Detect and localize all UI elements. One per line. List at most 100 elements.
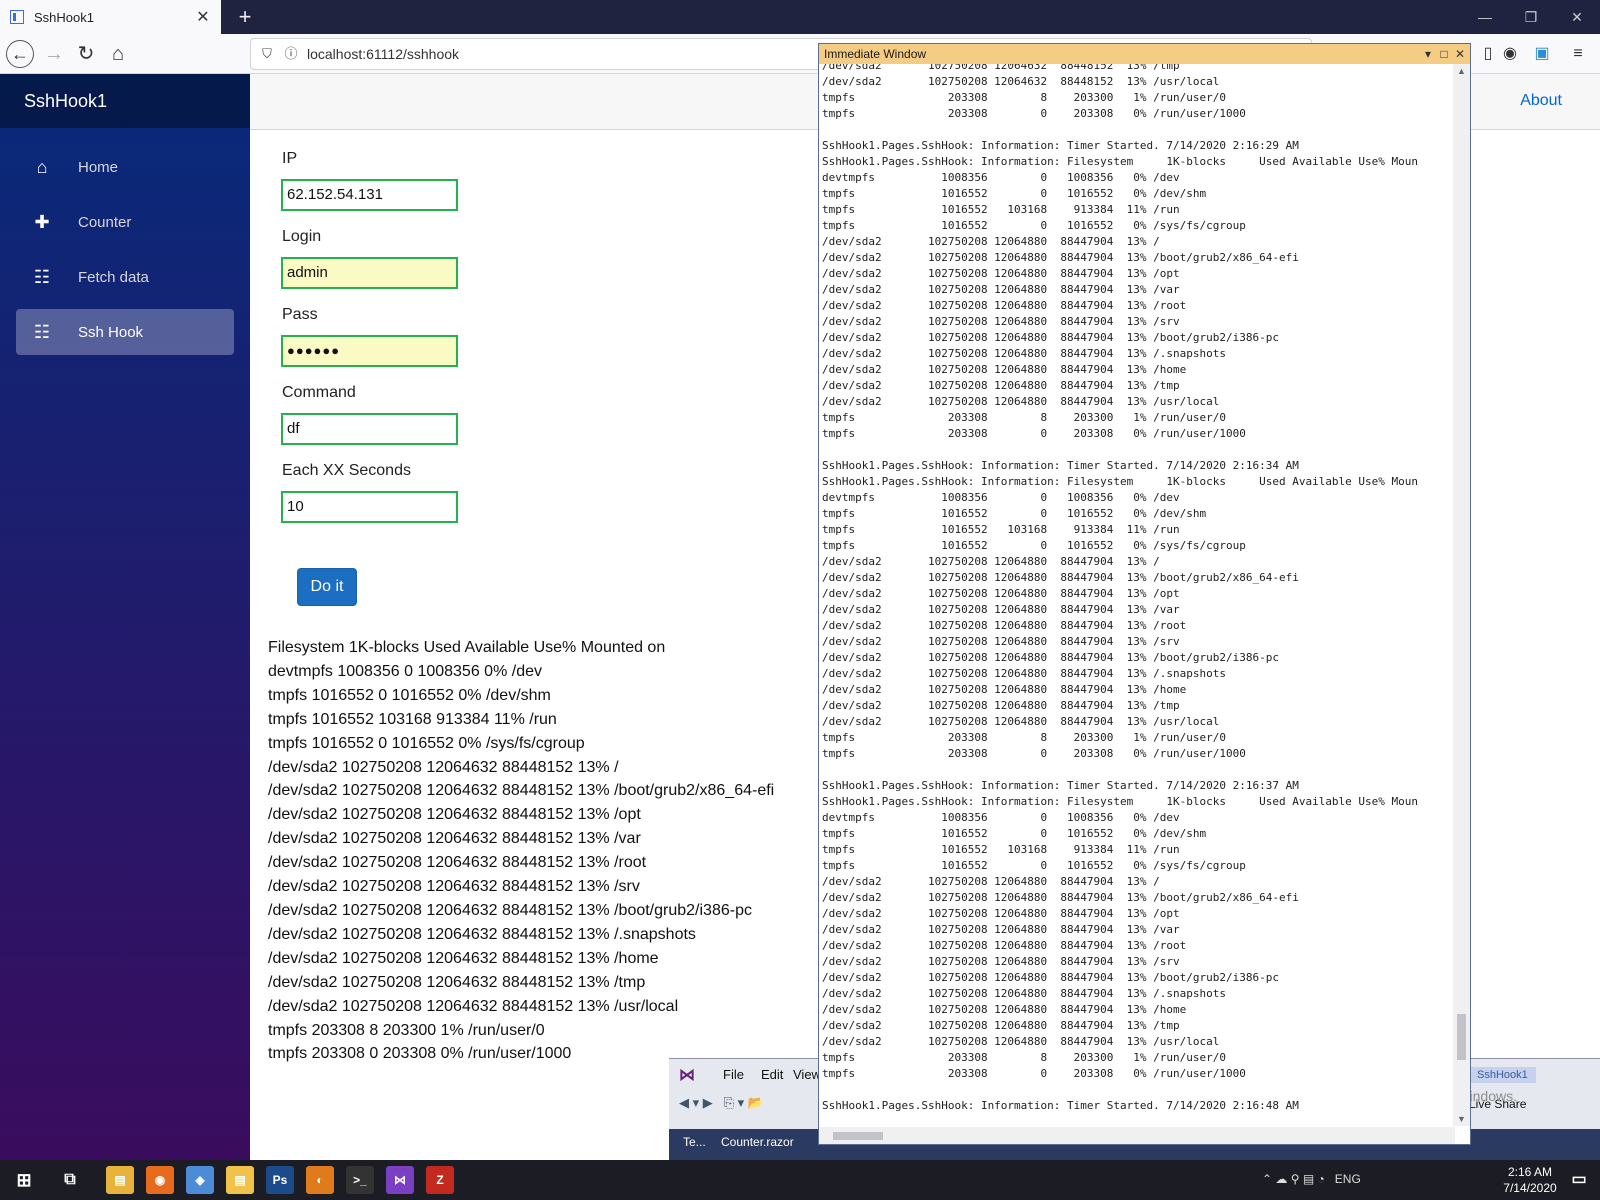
immediate-window-title-bar[interactable]: Immediate Window ▾ □ ✕ <box>819 44 1470 64</box>
filezilla-icon[interactable]: Z <box>426 1166 454 1194</box>
vs-toolbar[interactable]: ◀ ▾ ▶ ⎘ ▾ 📂 <box>679 1095 764 1111</box>
clock[interactable]: 2:16 AM 7/14/2020 <box>1500 1164 1560 1196</box>
explorer-icon[interactable]: ▤ <box>106 1166 134 1194</box>
output-line: Filesystem 1K-blocks Used Available Use%… <box>268 639 666 656</box>
seconds-label: Each XX Seconds <box>282 462 411 479</box>
page-favicon-icon <box>10 10 24 24</box>
login-input[interactable]: admin <box>281 257 458 289</box>
command-label: Command <box>282 384 356 401</box>
command-input[interactable]: df <box>281 413 458 445</box>
dropdown-icon[interactable]: ▾ <box>1420 44 1436 64</box>
vertical-scrollbar[interactable]: ▲ ▼ <box>1453 64 1470 1126</box>
app-brand[interactable]: SshHook1 <box>0 74 250 128</box>
output-line: tmpfs 203308 8 203300 1% /run/user/0 <box>268 1021 545 1039</box>
task-view-icon[interactable]: ⧉ <box>56 1166 84 1194</box>
output-line: tmpfs 1016552 103168 913384 11% /run <box>268 710 557 728</box>
blender-icon[interactable]: ◐ <box>306 1166 334 1194</box>
clock-date: 7/14/2020 <box>1503 1181 1557 1195</box>
photoshop-icon[interactable]: Ps <box>266 1166 294 1194</box>
menu-icon[interactable]: ≡ <box>1568 44 1588 64</box>
output-line: /dev/sda2 102750208 12064632 88448152 13… <box>268 806 641 824</box>
folder-icon[interactable]: ▤ <box>226 1166 254 1194</box>
minimize-icon[interactable]: — <box>1462 0 1508 34</box>
system-tray[interactable]: ⌃ ☁ ⚲ ▤ ◔ ENG <box>1262 1172 1361 1186</box>
horizontal-scrollbar[interactable] <box>819 1127 1455 1144</box>
vs-menu-file[interactable]: File <box>723 1067 744 1082</box>
back-icon[interactable]: ← <box>6 40 34 68</box>
info-icon[interactable]: ⓘ <box>283 46 299 62</box>
vs-menu-view[interactable]: View <box>793 1067 821 1082</box>
nav-label: Home <box>78 158 119 176</box>
clock-time: 2:16 AM <box>1507 1165 1553 1179</box>
horizontal-scroll-thumb[interactable] <box>833 1132 883 1140</box>
maximize-icon[interactable]: □ <box>1436 44 1452 64</box>
output-line: /dev/sda2 102750208 12064632 88448152 13… <box>268 854 647 872</box>
close-tab-icon[interactable]: ✕ <box>195 7 211 27</box>
firefox-icon[interactable]: ◉ <box>146 1166 174 1194</box>
output-line: /dev/sda2 102750208 12064632 88448152 13… <box>268 830 641 848</box>
list-icon: ☷ <box>33 267 51 287</box>
home-icon: ⌂ <box>36 157 48 177</box>
browser-tab-strip: SshHook1 ✕ + — ❐ ✕ <box>0 0 1600 34</box>
command-output: Filesystem 1K-blocks Used Available Use%… <box>268 636 828 1066</box>
language-indicator[interactable]: ENG <box>1335 1172 1361 1186</box>
visual-studio-icon: ⋈ <box>679 1067 695 1084</box>
restore-icon[interactable]: ❐ <box>1508 0 1554 34</box>
nav-item-counter[interactable]: ✚ Counter <box>16 199 234 245</box>
shield-icon[interactable]: ⛉ <box>259 46 275 62</box>
terminal-icon[interactable]: >_ <box>346 1166 374 1194</box>
immediate-log[interactable]: /dev/sda2 102750208 12064632 88448152 13… <box>822 64 1453 1114</box>
output-line: /dev/sda2 102750208 12064632 88448152 13… <box>268 997 679 1015</box>
output-line: /dev/sda2 102750208 12064632 88448152 13… <box>268 925 696 943</box>
immediate-window-title: Immediate Window <box>824 47 927 61</box>
close-icon[interactable]: ✕ <box>1452 44 1468 64</box>
ip-input[interactable]: 62.152.54.131 <box>281 179 458 211</box>
output-line: /dev/sda2 102750208 12064632 88448152 13… <box>268 973 646 991</box>
seconds-input[interactable]: 10 <box>281 491 458 523</box>
nav-label: Ssh Hook <box>78 323 144 341</box>
output-line: /dev/sda2 102750208 12064632 88448152 13… <box>268 949 659 967</box>
nav-item-fetch-data[interactable]: ☷ Fetch data <box>16 254 234 300</box>
close-window-icon[interactable]: ✕ <box>1554 0 1600 34</box>
browser-tab[interactable]: SshHook1 ✕ <box>0 0 221 34</box>
url-text[interactable]: localhost:61112/sshhook <box>307 46 459 62</box>
vs-menu-edit[interactable]: Edit <box>761 1067 783 1082</box>
vs-tab[interactable]: Te... <box>683 1135 706 1149</box>
scroll-thumb[interactable] <box>1457 1014 1466 1060</box>
reload-icon[interactable]: ↻ <box>72 40 100 68</box>
output-line: devtmpfs 1008356 0 1008356 0% /dev <box>268 662 542 680</box>
output-line: tmpfs 1016552 0 1016552 0% /dev/shm <box>268 686 551 704</box>
output-line: /dev/sda2 102750208 12064632 88448152 13… <box>268 758 619 776</box>
start-icon[interactable]: ⊞ <box>10 1166 38 1194</box>
about-link[interactable]: About <box>1520 92 1562 110</box>
output-line: tmpfs 1016552 0 1016552 0% /sys/fs/cgrou… <box>268 734 585 752</box>
home-browser-icon[interactable]: ⌂ <box>104 40 132 68</box>
forward-icon[interactable]: → <box>40 40 68 68</box>
list-icon: ☷ <box>33 322 51 342</box>
nav-item-ssh-hook[interactable]: ☷ Ssh Hook <box>16 309 234 355</box>
save-page-icon[interactable]: ▣ <box>1532 44 1552 64</box>
scroll-down-icon[interactable]: ▼ <box>1453 1114 1470 1124</box>
password-input[interactable]: ●●●●●● <box>281 335 458 367</box>
plus-icon: ✚ <box>34 212 50 232</box>
account-icon[interactable]: ◉ <box>1500 44 1520 64</box>
notifications-icon[interactable]: ▭ <box>1565 1166 1593 1194</box>
immediate-window-output[interactable]: /dev/sda2 102750208 12064632 88448152 13… <box>819 64 1453 1126</box>
windows-taskbar: ⊞ ⧉ ▤ ◉ ◈ ▤ Ps ◐ >_ ⋈ Z ⌃ ☁ ⚲ ▤ ◔ ENG 2:16 AM 7/… <box>0 1160 1600 1200</box>
vs-tab-counter[interactable]: Counter.razor <box>721 1135 794 1149</box>
sidebar-toggle-icon[interactable]: ▯ <box>1478 44 1498 64</box>
tab-title: SshHook1 <box>34 9 94 25</box>
nav-item-home[interactable]: ⌂ Home <box>16 144 234 190</box>
output-line: /dev/sda2 102750208 12064632 88448152 13… <box>268 901 752 919</box>
nav-label: Counter <box>78 213 132 231</box>
nav-label: Fetch data <box>78 268 149 286</box>
do-it-button[interactable]: Do it <box>297 568 357 606</box>
immediate-window: Immediate Window ▾ □ ✕ /dev/sda2 1027502… <box>818 43 1471 1145</box>
output-line: /dev/sda2 102750208 12064632 88448152 13… <box>268 782 775 800</box>
new-tab-button[interactable]: + <box>232 4 258 30</box>
pass-label: Pass <box>282 306 318 323</box>
visual-studio-icon[interactable]: ⋈ <box>386 1166 414 1194</box>
app-icon[interactable]: ◈ <box>186 1166 214 1194</box>
scroll-up-icon[interactable]: ▲ <box>1453 66 1470 76</box>
ip-label: IP <box>282 150 298 167</box>
